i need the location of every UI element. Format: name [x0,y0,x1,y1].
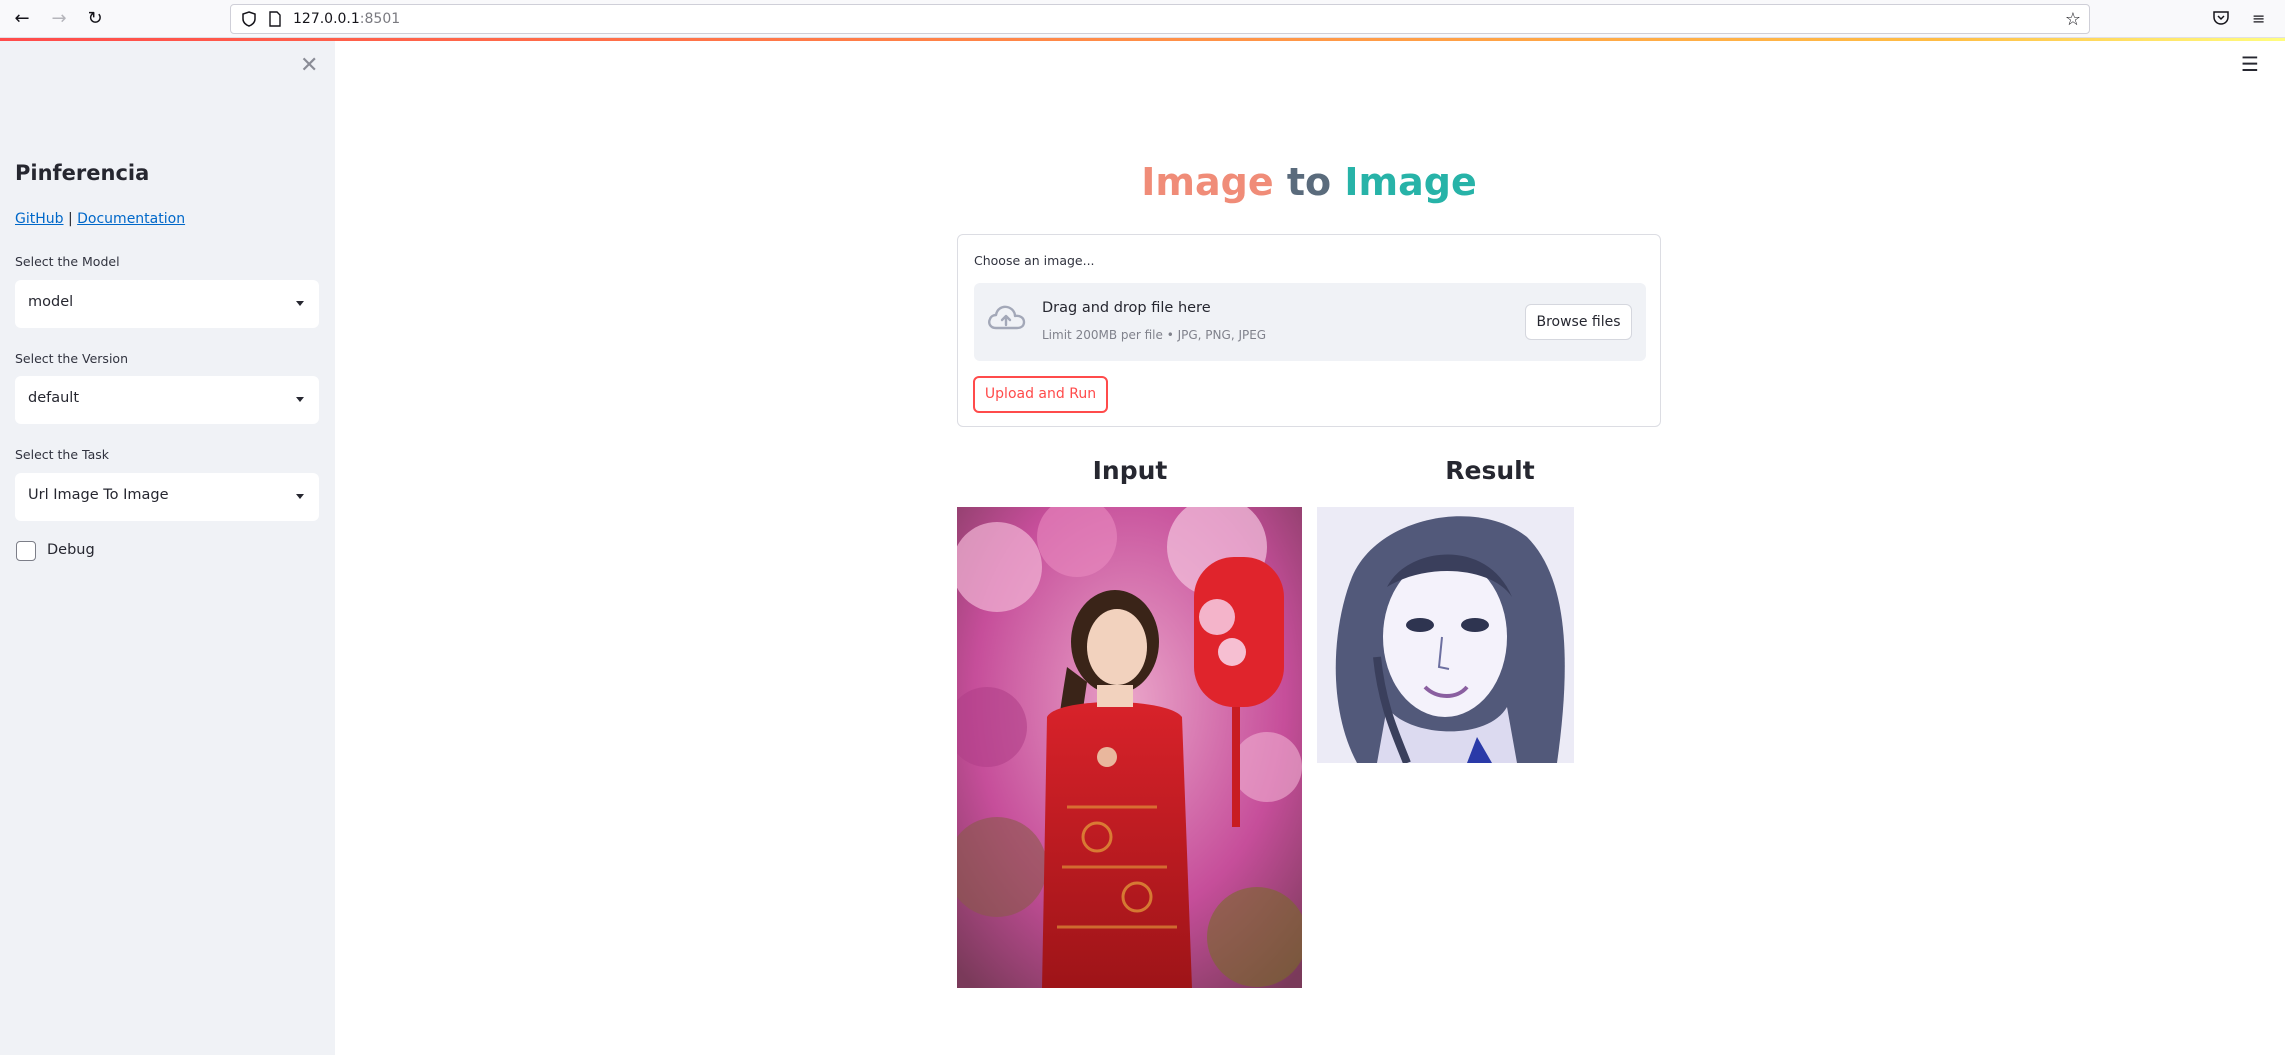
bookmark-star-icon[interactable]: ☆ [2065,9,2081,30]
input-image [957,507,1302,988]
input-column-title: Input [1092,456,1168,485]
model-select[interactable]: model [15,280,319,328]
uploader-label: Choose an image... [974,253,1095,268]
result-image [1317,507,1574,763]
version-select-value: default [28,390,80,406]
address-bar[interactable]: 127.0.0.1:8501 ☆ [230,4,2090,34]
page-icon [269,11,281,27]
upload-and-run-button[interactable]: Upload and Run [973,376,1108,413]
model-select-label: Select the Model [15,254,120,269]
task-select-value: Url Image To Image [28,487,169,503]
debug-label: Debug [47,542,95,558]
browser-menu-icon[interactable]: ≡ [2252,9,2265,28]
link-separator: | [67,211,73,227]
upload-form: Choose an image... Drag and drop file he… [957,234,1661,427]
dropzone-text: Drag and drop file here [1042,300,1211,316]
sidebar-links: GitHub | Documentation [15,211,185,227]
file-dropzone[interactable]: Drag and drop file here Limit 200MB per … [974,283,1646,361]
reload-icon[interactable]: ↻ [84,8,106,30]
pocket-icon[interactable] [2212,9,2230,27]
decoration-bar [0,38,2285,41]
page-title: Image to Image [1141,160,1477,204]
sidebar: ✕ Pinferencia GitHub | Documentation Sel… [0,41,335,1055]
model-select-value: model [28,294,74,310]
github-link[interactable]: GitHub [15,211,64,227]
browser-toolbar: ← → ↻ 127.0.0.1:8501 ☆ ≡ [0,0,2285,38]
close-sidebar-icon[interactable]: ✕ [300,55,318,77]
debug-checkbox[interactable] [16,541,36,561]
task-select-label: Select the Task [15,447,110,462]
chevron-down-icon [296,397,304,402]
back-arrow-icon[interactable]: ← [11,8,33,30]
browse-files-button[interactable]: Browse files [1525,304,1632,340]
forward-arrow-icon[interactable]: → [48,8,70,30]
shield-icon [242,11,256,27]
chevron-down-icon [296,301,304,306]
version-select-label: Select the Version [15,351,128,366]
sidebar-title: Pinferencia [15,161,150,185]
result-column-title: Result [1445,456,1535,485]
documentation-link[interactable]: Documentation [77,211,185,227]
version-select[interactable]: default [15,376,319,424]
url-text: 127.0.0.1:8501 [293,11,401,27]
app-menu-icon[interactable]: ☰ [2241,52,2259,76]
chevron-down-icon [296,494,304,499]
cloud-upload-icon [988,305,1026,330]
dropzone-limit: Limit 200MB per file • JPG, PNG, JPEG [1042,328,1267,342]
task-select[interactable]: Url Image To Image [15,473,319,521]
